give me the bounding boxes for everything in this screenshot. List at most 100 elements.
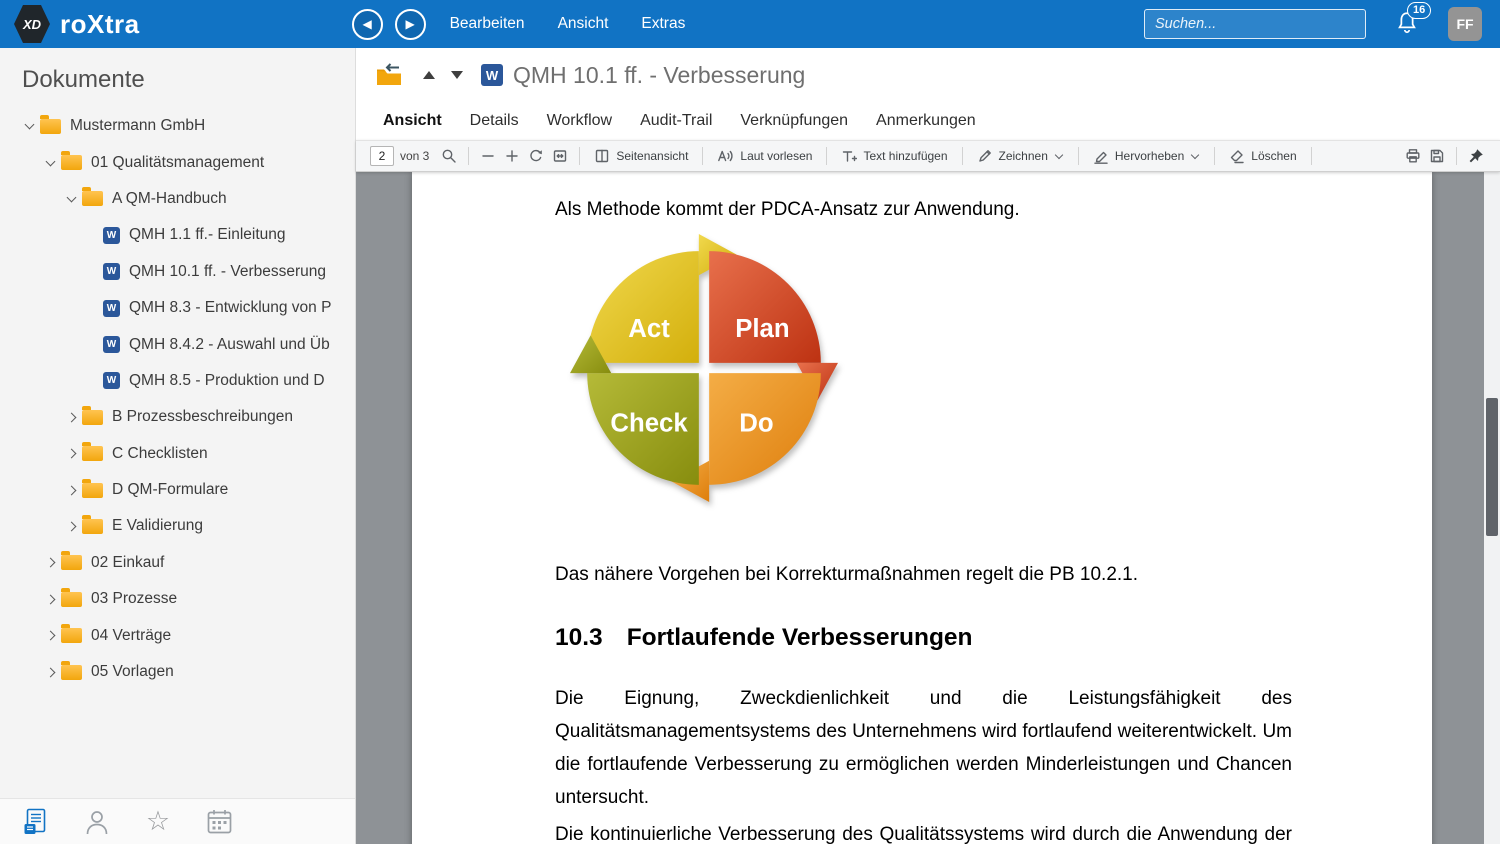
main-menu: Bearbeiten Ansicht Extras — [448, 11, 688, 37]
tab-ansicht[interactable]: Ansicht — [383, 112, 442, 130]
main-panel: QMH 10.1 ff. - Verbesserung Ansicht Deta… — [356, 48, 1500, 844]
word-doc-icon — [103, 299, 120, 317]
tab-anmerkungen[interactable]: Anmerkungen — [876, 112, 976, 130]
zoom-in-button[interactable] — [500, 144, 524, 168]
tree-folder-item[interactable]: C Checklisten — [0, 436, 355, 472]
tree-item-label: 01 Qualitätsmanagement — [91, 153, 265, 171]
forward-icon: ▶ — [405, 17, 415, 31]
page-count-label: von 3 — [400, 149, 430, 163]
doc-paragraph: Die Eignung, Zweckdienlichkeit und die L… — [555, 688, 1292, 808]
users-module-button[interactable] — [83, 808, 111, 836]
tree-folder-item[interactable]: 01 Qualitätsmanagement — [0, 144, 355, 180]
tab-workflow[interactable]: Workflow — [547, 112, 613, 130]
chevron-down-icon[interactable] — [20, 119, 38, 130]
favorites-module-button[interactable]: ☆ — [144, 808, 172, 836]
user-avatar[interactable]: FF — [1448, 7, 1482, 41]
notifications-button[interactable]: 16 — [1394, 2, 1432, 39]
pin-toolbar-button[interactable] — [1464, 144, 1488, 168]
forward-button[interactable]: ▶ — [394, 8, 426, 40]
save-button[interactable] — [1425, 144, 1449, 168]
chevron-right-icon[interactable] — [62, 448, 80, 459]
tab-verknuepfungen[interactable]: Verknüpfungen — [740, 112, 848, 130]
doc-paragraph: Die kontinuierliche Verbesserung des Qua… — [555, 824, 1292, 844]
tree-folder-item[interactable]: E Validierung — [0, 508, 355, 544]
sidebar-title: Dokumente — [22, 66, 145, 93]
tree-doc-item[interactable]: QMH 8.3 - Entwicklung von P — [0, 290, 355, 326]
chevron-right-icon[interactable] — [41, 557, 59, 568]
goto-folder-button[interactable] — [375, 63, 403, 87]
chevron-down-icon[interactable] — [62, 192, 80, 203]
tree-item-label: QMH 1.1 ff.- Einleitung — [129, 226, 286, 244]
folder-icon — [61, 587, 82, 607]
document-title: QMH 10.1 ff. - Verbesserung — [513, 61, 806, 88]
tree-folder-item[interactable]: B Prozessbeschreibungen — [0, 399, 355, 435]
back-button[interactable]: ◀ — [351, 8, 383, 40]
roxtra-logo-icon[interactable]: XD — [14, 5, 50, 43]
pdca-do-label: Do — [739, 410, 773, 438]
tree-folder-item[interactable]: Mustermann GmbH — [0, 108, 355, 144]
chevron-right-icon[interactable] — [62, 412, 80, 423]
document-tabs: Ansicht Details Workflow Audit-Trail Ver… — [356, 102, 1500, 140]
menu-ansicht[interactable]: Ansicht — [556, 11, 611, 37]
add-text-button[interactable]: Text hinzufügen — [834, 144, 954, 168]
rotate-button[interactable] — [524, 144, 548, 168]
fit-to-page-button[interactable] — [548, 144, 572, 168]
tree-folder-item[interactable]: 04 Verträge — [0, 617, 355, 653]
menu-extras[interactable]: Extras — [639, 11, 687, 37]
chevron-right-icon[interactable] — [41, 667, 59, 677]
tab-audit-trail[interactable]: Audit-Trail — [640, 112, 712, 130]
pdf-viewer-area: Als Methode kommt der PDCA-Ansatz zur An… — [356, 172, 1500, 844]
tree-folder-item[interactable]: D QM-Formulare — [0, 472, 355, 508]
page-view-label: Seitenansicht — [616, 149, 689, 163]
doc-nav-down-icon[interactable] — [451, 71, 463, 79]
page-number-input[interactable] — [370, 146, 394, 166]
calendar-module-button[interactable] — [205, 808, 233, 836]
highlighter-icon — [1094, 151, 1108, 164]
word-doc-icon — [103, 263, 120, 281]
print-button[interactable] — [1401, 144, 1425, 168]
goto-folder-icon — [377, 63, 401, 85]
tree-doc-item[interactable]: QMH 8.5 - Produktion und D — [0, 363, 355, 399]
word-doc-icon — [481, 64, 503, 86]
documents-module-button[interactable] — [22, 808, 50, 836]
tree-folder-item[interactable]: A QM-Handbuch — [0, 181, 355, 217]
toolbar-separator — [1214, 147, 1216, 165]
calendar-icon — [207, 809, 231, 833]
brand-name: roXtra — [60, 8, 140, 39]
page-view-button[interactable]: Seitenansicht — [587, 144, 695, 168]
tree-doc-item[interactable]: QMH 10.1 ff. - Verbesserung — [0, 254, 355, 290]
chevron-down-icon — [1191, 150, 1200, 159]
vertical-scrollbar[interactable] — [1484, 172, 1500, 844]
read-aloud-button[interactable]: Laut vorlesen — [710, 144, 819, 168]
erase-button[interactable]: Löschen — [1222, 144, 1303, 168]
search-document-button[interactable] — [437, 144, 461, 168]
doc-intro-line: Als Methode kommt der PDCA-Ansatz zur An… — [555, 199, 1020, 220]
tree-doc-item[interactable]: QMH 8.4.2 - Auswahl und Üb — [0, 326, 355, 362]
add-text-label: Text hinzufügen — [863, 149, 948, 163]
tree-item-label: E Validierung — [112, 517, 204, 535]
tree-doc-item[interactable]: QMH 1.1 ff.- Einleitung — [0, 217, 355, 253]
folder-icon — [82, 514, 103, 534]
tree-folder-item[interactable]: 02 Einkauf — [0, 545, 355, 581]
zoom-out-button[interactable] — [476, 144, 500, 168]
draw-button[interactable]: Zeichnen — [970, 144, 1071, 168]
chevron-right-icon[interactable] — [41, 594, 59, 605]
toolbar-right-group — [1401, 144, 1488, 168]
menu-bearbeiten[interactable]: Bearbeiten — [448, 11, 527, 37]
tab-details[interactable]: Details — [470, 112, 519, 130]
chevron-right-icon[interactable] — [62, 485, 80, 496]
highlight-button[interactable]: Hervorheben — [1086, 144, 1207, 168]
tree-folder-item[interactable]: 05 Vorlagen — [0, 654, 355, 690]
minus-icon — [482, 155, 495, 157]
chevron-right-icon[interactable] — [62, 521, 80, 532]
search-input[interactable] — [1144, 9, 1366, 39]
doc-nav-up-icon[interactable] — [423, 71, 435, 79]
toolbar-separator — [702, 147, 704, 165]
chevron-right-icon[interactable] — [41, 630, 59, 641]
scrollbar-thumb[interactable] — [1486, 398, 1498, 536]
pdca-diagram: Act Plan Do Check — [570, 234, 838, 502]
tree-folder-item[interactable]: 03 Prozesse — [0, 581, 355, 617]
chevron-down-icon[interactable] — [41, 156, 59, 167]
page-view-icon — [596, 149, 609, 163]
folder-icon — [82, 187, 103, 207]
